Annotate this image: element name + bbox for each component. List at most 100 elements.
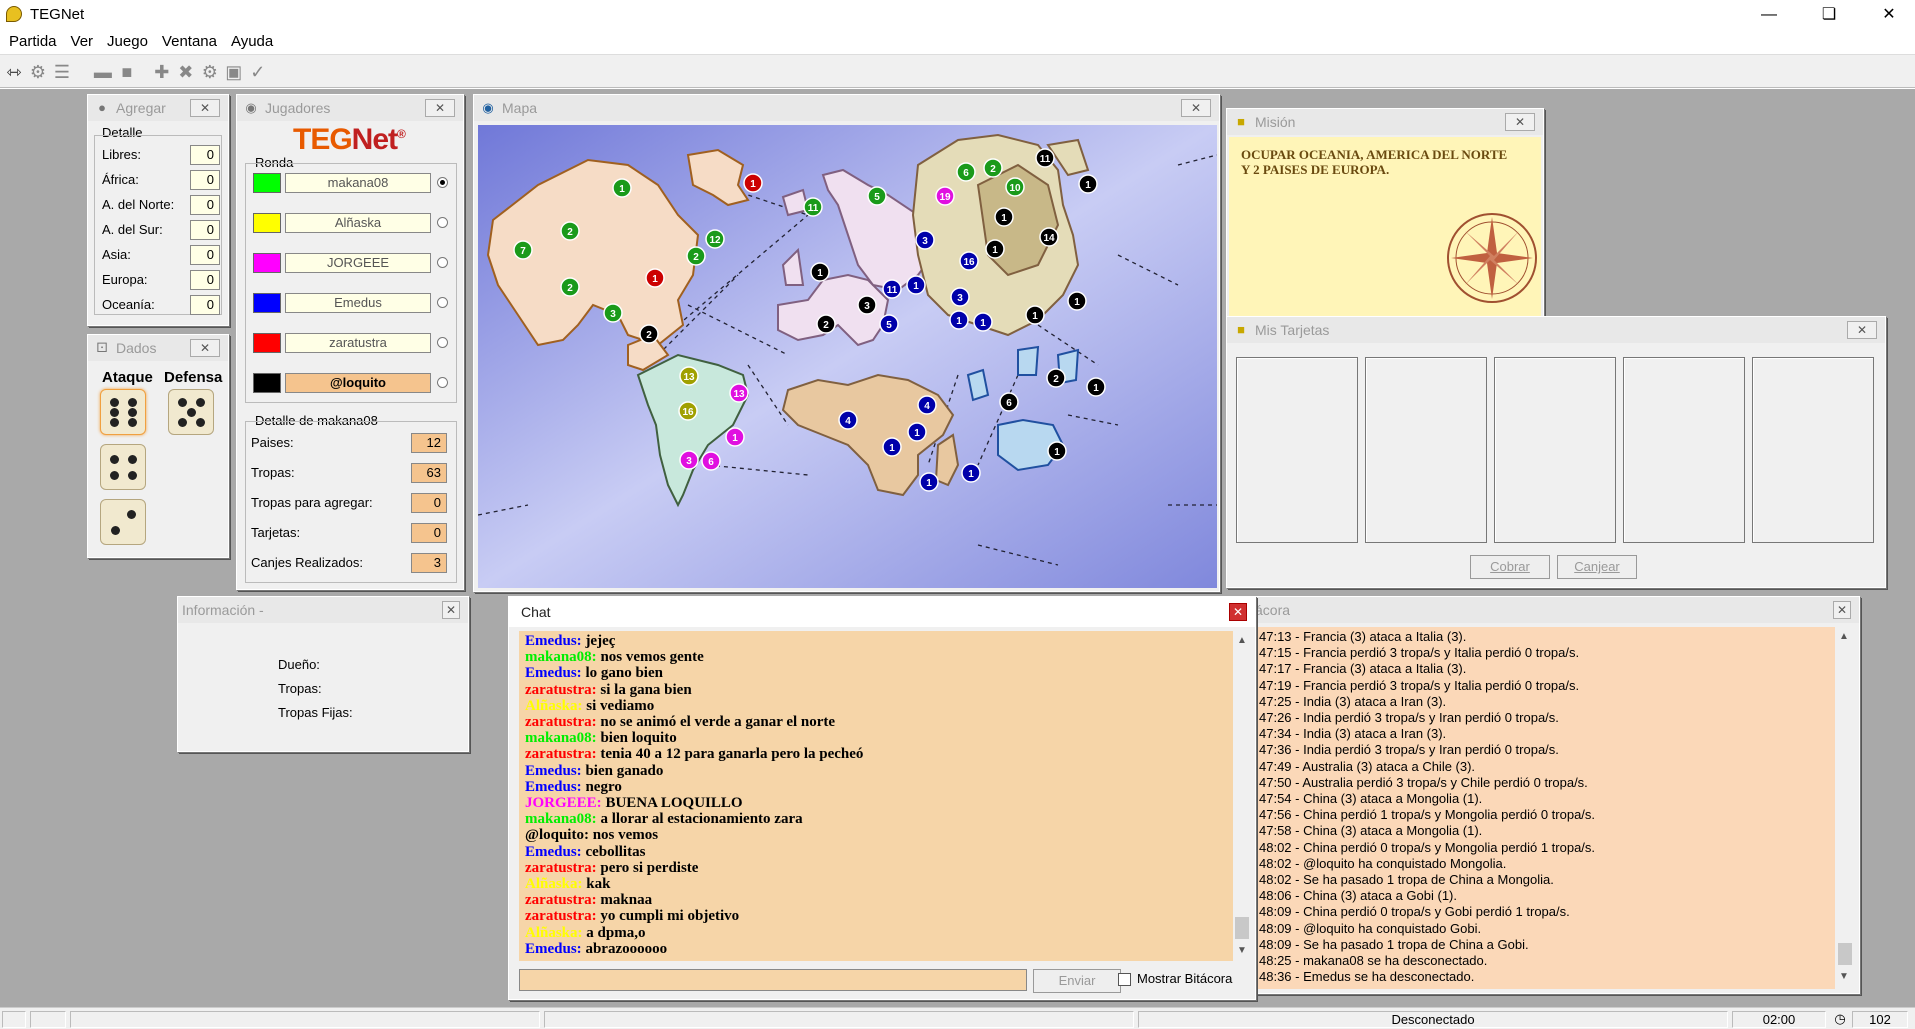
chat-close-button[interactable]: ✕ <box>1229 603 1247 621</box>
army-marker[interactable]: 2 <box>560 277 580 297</box>
player-radio[interactable] <box>437 217 448 228</box>
army-marker[interactable]: 1 <box>1078 174 1098 194</box>
army-marker[interactable]: 3 <box>857 295 877 315</box>
card-slot-1[interactable] <box>1236 357 1358 543</box>
army-marker[interactable]: 11 <box>803 197 823 217</box>
army-marker[interactable]: 3 <box>603 303 623 323</box>
start-icon[interactable]: ▬ <box>92 61 114 83</box>
tarjetas-close-button[interactable]: ✕ <box>1847 321 1877 339</box>
attack-icon[interactable]: ✖ <box>175 61 197 83</box>
regroup-icon[interactable]: ⚙ <box>199 61 221 83</box>
army-marker[interactable]: 1 <box>1025 305 1045 325</box>
army-marker[interactable]: 1 <box>882 437 902 457</box>
army-marker[interactable]: 11 <box>882 279 902 299</box>
dados-close-button[interactable]: ✕ <box>190 339 220 357</box>
player-name[interactable]: JORGEEE <box>285 253 431 273</box>
army-marker[interactable]: 12 <box>705 229 725 249</box>
cobrar-button[interactable]: Cobrar <box>1470 555 1550 579</box>
menu-partida[interactable]: Partida <box>2 30 64 54</box>
army-marker[interactable]: 1 <box>725 427 745 447</box>
army-marker[interactable]: 1 <box>1047 441 1067 461</box>
list-icon[interactable]: ☰ <box>51 61 73 83</box>
army-marker[interactable]: 2 <box>639 324 659 344</box>
player-radio[interactable] <box>437 377 448 388</box>
show-log-checkbox[interactable] <box>1118 973 1131 986</box>
world-map[interactable]: 1271222311211516 210111191311416311 132 5 1 1… <box>478 125 1217 588</box>
card-slot-3[interactable] <box>1494 357 1616 543</box>
chat-scrollbar[interactable]: ▲ ▼ <box>1233 631 1251 961</box>
bitacora-close-button[interactable]: ✕ <box>1833 601 1851 619</box>
army-marker[interactable]: 2 <box>686 246 706 266</box>
end-turn-icon[interactable]: ✓ <box>247 61 269 83</box>
army-marker[interactable]: 1 <box>612 178 632 198</box>
army-marker[interactable]: 1 <box>810 262 830 282</box>
army-marker[interactable]: 1 <box>743 173 763 193</box>
army-marker[interactable]: 1 <box>1067 291 1087 311</box>
army-marker[interactable]: 13 <box>679 366 699 386</box>
disconnect-icon[interactable]: ⚙ <box>27 61 49 83</box>
send-button[interactable]: Enviar <box>1033 969 1121 993</box>
card-slot-2[interactable] <box>1365 357 1487 543</box>
player-name[interactable]: zaratustra <box>285 333 431 353</box>
player-radio[interactable] <box>437 297 448 308</box>
card-slot-4[interactable] <box>1623 357 1745 543</box>
army-marker[interactable]: 16 <box>959 251 979 271</box>
player-name[interactable]: makana08 <box>285 173 431 193</box>
army-marker[interactable]: 14 <box>1039 227 1059 247</box>
army-marker[interactable]: 4 <box>838 410 858 430</box>
army-marker[interactable]: 1 <box>985 239 1005 259</box>
army-marker[interactable]: 19 <box>935 186 955 206</box>
army-marker[interactable]: 10 <box>1005 177 1025 197</box>
info-close-button[interactable]: ✕ <box>442 601 460 619</box>
bitacora-scrollbar[interactable]: ▲ ▼ <box>1835 627 1855 989</box>
army-marker[interactable]: 7 <box>513 240 533 260</box>
army-marker[interactable]: 6 <box>999 392 1019 412</box>
mision-close-button[interactable]: ✕ <box>1505 113 1535 131</box>
army-marker[interactable]: 1 <box>919 472 939 492</box>
card-slot-5[interactable] <box>1752 357 1874 543</box>
canjear-button[interactable]: Canjear <box>1557 555 1637 579</box>
army-marker[interactable]: 5 <box>867 186 887 206</box>
close-icon[interactable]: ✕ <box>1866 0 1912 30</box>
army-marker[interactable]: 2 <box>983 158 1003 178</box>
menu-ver[interactable]: Ver <box>64 30 101 54</box>
card-icon[interactable]: ▣ <box>223 61 245 83</box>
army-marker[interactable]: 16 <box>678 401 698 421</box>
jugadores-close-button[interactable]: ✕ <box>425 99 455 117</box>
mapa-close-button[interactable]: ✕ <box>1181 99 1211 117</box>
army-marker[interactable]: 1 <box>949 310 969 330</box>
player-radio[interactable] <box>437 337 448 348</box>
army-marker[interactable]: 1 <box>1086 377 1106 397</box>
player-name[interactable]: Emedus <box>285 293 431 313</box>
army-marker[interactable]: 2 <box>1046 368 1066 388</box>
army-marker[interactable]: 13 <box>729 383 749 403</box>
army-marker[interactable]: 11 <box>1035 148 1055 168</box>
add-icon[interactable]: ✚ <box>151 61 173 83</box>
army-marker[interactable]: 6 <box>956 162 976 182</box>
chat-input[interactable] <box>519 969 1027 991</box>
army-marker[interactable]: 1 <box>973 312 993 332</box>
menu-ventana[interactable]: Ventana <box>155 30 224 54</box>
army-marker[interactable]: 5 <box>879 314 899 334</box>
army-marker[interactable]: 1 <box>907 422 927 442</box>
connect-icon[interactable]: ⇿ <box>3 61 25 83</box>
army-marker[interactable]: 1 <box>645 268 665 288</box>
army-marker[interactable]: 6 <box>701 451 721 471</box>
player-name[interactable]: Alñaska <box>285 213 431 233</box>
player-name[interactable]: @loquito <box>285 373 431 393</box>
player-radio[interactable] <box>437 257 448 268</box>
army-marker[interactable]: 3 <box>679 450 699 470</box>
army-marker[interactable]: 1 <box>994 207 1014 227</box>
stop-icon[interactable]: ■ <box>116 61 138 83</box>
army-marker[interactable]: 2 <box>816 314 836 334</box>
menu-juego[interactable]: Juego <box>100 30 155 54</box>
menu-ayuda[interactable]: Ayuda <box>224 30 280 54</box>
maximize-icon[interactable]: ❏ <box>1806 0 1852 30</box>
army-marker[interactable]: 4 <box>917 395 937 415</box>
agregar-close-button[interactable]: ✕ <box>190 99 220 117</box>
army-marker[interactable]: 3 <box>915 230 935 250</box>
army-marker[interactable]: 1 <box>906 275 926 295</box>
army-marker[interactable]: 3 <box>950 287 970 307</box>
army-marker[interactable]: 1 <box>961 463 981 483</box>
army-marker[interactable]: 2 <box>560 221 580 241</box>
